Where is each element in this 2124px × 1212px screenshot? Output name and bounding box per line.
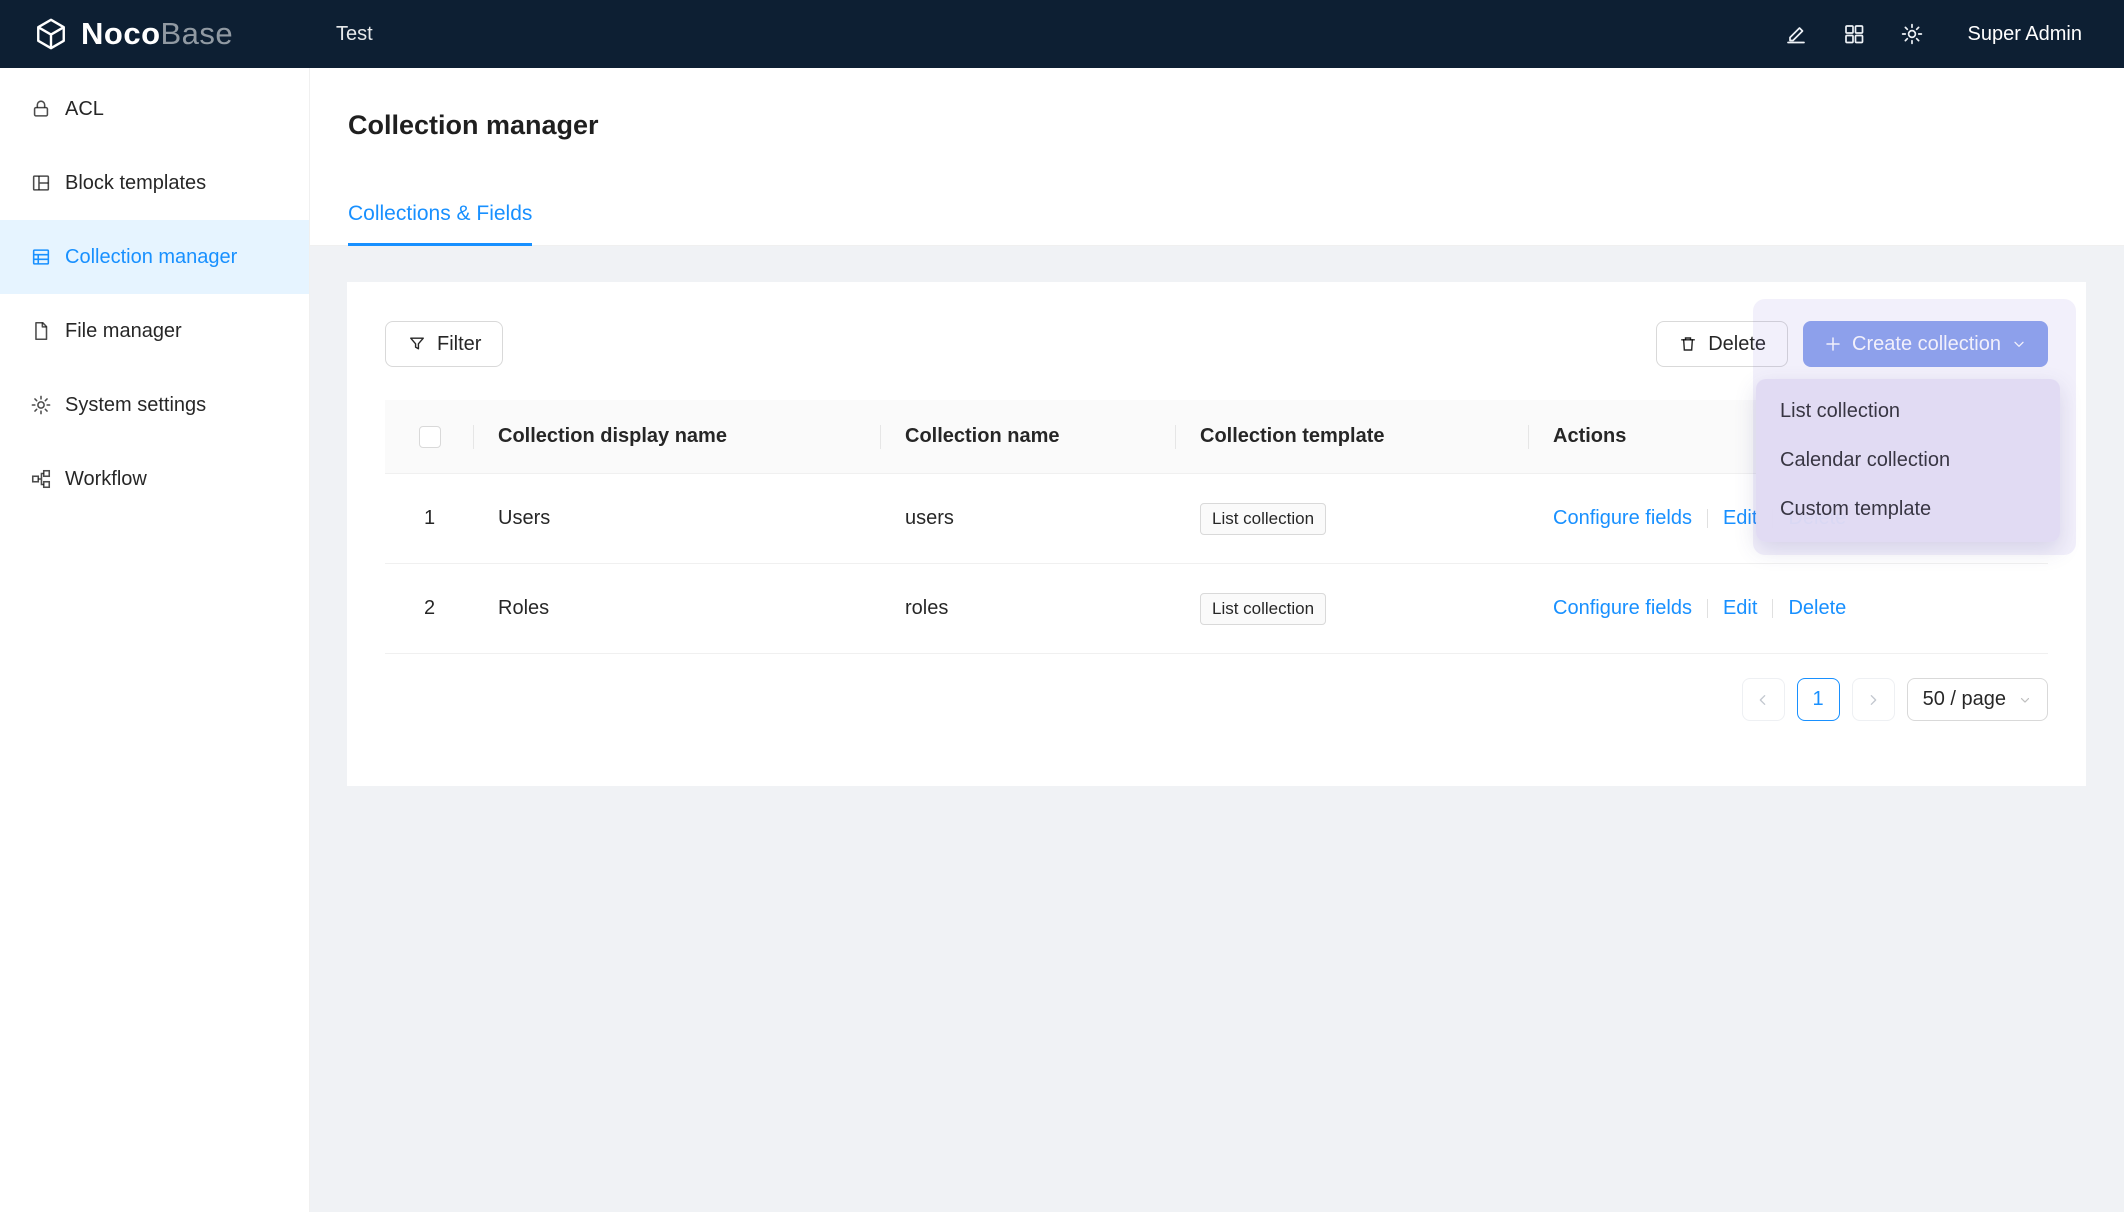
pagination-next-button[interactable]	[1852, 678, 1895, 721]
action-edit[interactable]: Edit	[1723, 597, 1757, 620]
pagination: 1 50 / page	[1742, 678, 2048, 721]
column-header-display-name: Collection display name	[474, 400, 881, 473]
action-divider	[1707, 599, 1708, 618]
logo-cube-icon	[34, 17, 68, 51]
create-collection-button[interactable]: Create collection	[1803, 321, 2048, 367]
row-index: 1	[385, 507, 474, 530]
cell-actions: Configure fields Edit Delete	[1529, 597, 2048, 620]
tabs: Collections & Fields	[348, 202, 532, 246]
sidebar-item-file-manager[interactable]: File manager	[0, 294, 309, 368]
action-delete[interactable]: Delete	[1788, 597, 1846, 620]
lock-icon	[30, 98, 52, 120]
select-all-checkbox[interactable]	[419, 426, 441, 448]
cell-name: users	[881, 507, 1176, 530]
page-size-value: 50 / page	[1923, 688, 2006, 711]
column-header-name: Collection name	[881, 400, 1176, 473]
sidebar-item-label: Block templates	[65, 172, 206, 195]
topbar: NocoBase Test Super Admin	[0, 0, 2124, 68]
cell-name: roles	[881, 597, 1176, 620]
action-configure-fields[interactable]: Configure fields	[1553, 507, 1692, 530]
plus-icon	[1824, 335, 1842, 353]
table-header-select-cell	[385, 400, 474, 473]
collections-card: Filter Delete	[347, 282, 2086, 786]
tab-collections-and-fields[interactable]: Collections & Fields	[348, 202, 532, 246]
template-tag: List collection	[1200, 593, 1326, 625]
sidebar-item-label: Workflow	[65, 468, 147, 491]
toolbar-right: Delete Create collection	[1656, 321, 2048, 367]
sidebar-item-acl[interactable]: ACL	[0, 72, 309, 146]
create-menu-item-list-collection[interactable]: List collection	[1756, 387, 2060, 436]
filter-icon	[407, 334, 427, 354]
sidebar-item-label: File manager	[65, 320, 182, 343]
template-tag: List collection	[1200, 503, 1326, 535]
column-header-template: Collection template	[1176, 400, 1529, 473]
settings-gear-icon[interactable]	[1883, 0, 1941, 68]
cell-display-name: Roles	[474, 597, 881, 620]
table-row: 2 Roles roles List collection Configure …	[385, 564, 2048, 654]
sidebar-item-system-settings[interactable]: System settings	[0, 368, 309, 442]
sidebar-item-collection-manager[interactable]: Collection manager	[0, 220, 309, 294]
create-collection-dropdown: List collection Calendar collection Cust…	[1756, 379, 2060, 542]
trash-icon	[1678, 334, 1698, 354]
sidebar-item-label: ACL	[65, 98, 104, 121]
action-divider	[1707, 509, 1708, 528]
sidebar: ACL Block templates Collection manager F…	[0, 68, 310, 1212]
page-header: Collection manager Collections & Fields	[310, 68, 2124, 246]
filter-button[interactable]: Filter	[385, 321, 503, 367]
plugins-grid-icon[interactable]	[1825, 0, 1883, 68]
user-menu[interactable]: Super Admin	[1967, 23, 2082, 46]
action-divider	[1772, 599, 1773, 618]
cell-display-name: Users	[474, 507, 881, 530]
action-configure-fields[interactable]: Configure fields	[1553, 597, 1692, 620]
logo-text-bold: Noco	[81, 16, 161, 51]
page-title: Collection manager	[348, 110, 599, 141]
page-size-select[interactable]: 50 / page	[1907, 678, 2048, 721]
main-content: Collection manager Collections & Fields …	[310, 68, 2124, 1212]
workflow-icon	[30, 468, 52, 490]
action-edit[interactable]: Edit	[1723, 507, 1757, 530]
pagination-prev-button[interactable]	[1742, 678, 1785, 721]
nocobase-logo[interactable]: NocoBase	[0, 16, 310, 52]
sidebar-item-label: System settings	[65, 394, 206, 417]
chevron-left-icon	[1755, 692, 1771, 708]
file-icon	[30, 320, 52, 342]
sidebar-item-workflow[interactable]: Workflow	[0, 442, 309, 516]
create-collection-label: Create collection	[1852, 333, 2001, 356]
top-nav-item-test[interactable]: Test	[310, 0, 399, 68]
logo-text: NocoBase	[81, 16, 233, 52]
create-menu-item-custom-template[interactable]: Custom template	[1756, 485, 2060, 534]
topbar-right: Super Admin	[1767, 0, 2124, 68]
row-index: 2	[385, 597, 474, 620]
toolbar: Filter Delete	[385, 321, 2048, 367]
sidebar-item-block-templates[interactable]: Block templates	[0, 146, 309, 220]
design-mode-highlighter-icon[interactable]	[1767, 0, 1825, 68]
gear-icon	[30, 394, 52, 416]
sidebar-item-label: Collection manager	[65, 246, 237, 269]
layout-icon	[30, 172, 52, 194]
chevron-right-icon	[1865, 692, 1881, 708]
logo-text-light: Base	[161, 16, 234, 51]
chevron-down-icon	[2011, 336, 2027, 352]
table-icon	[30, 246, 52, 268]
top-nav: Test	[310, 0, 399, 68]
cell-template: List collection	[1176, 503, 1529, 535]
pagination-page-1[interactable]: 1	[1797, 678, 1840, 721]
filter-label: Filter	[437, 333, 481, 356]
delete-label: Delete	[1708, 333, 1766, 356]
cell-template: List collection	[1176, 593, 1529, 625]
delete-button[interactable]: Delete	[1656, 321, 1788, 367]
create-menu-item-calendar-collection[interactable]: Calendar collection	[1756, 436, 2060, 485]
chevron-down-icon	[2018, 693, 2032, 707]
